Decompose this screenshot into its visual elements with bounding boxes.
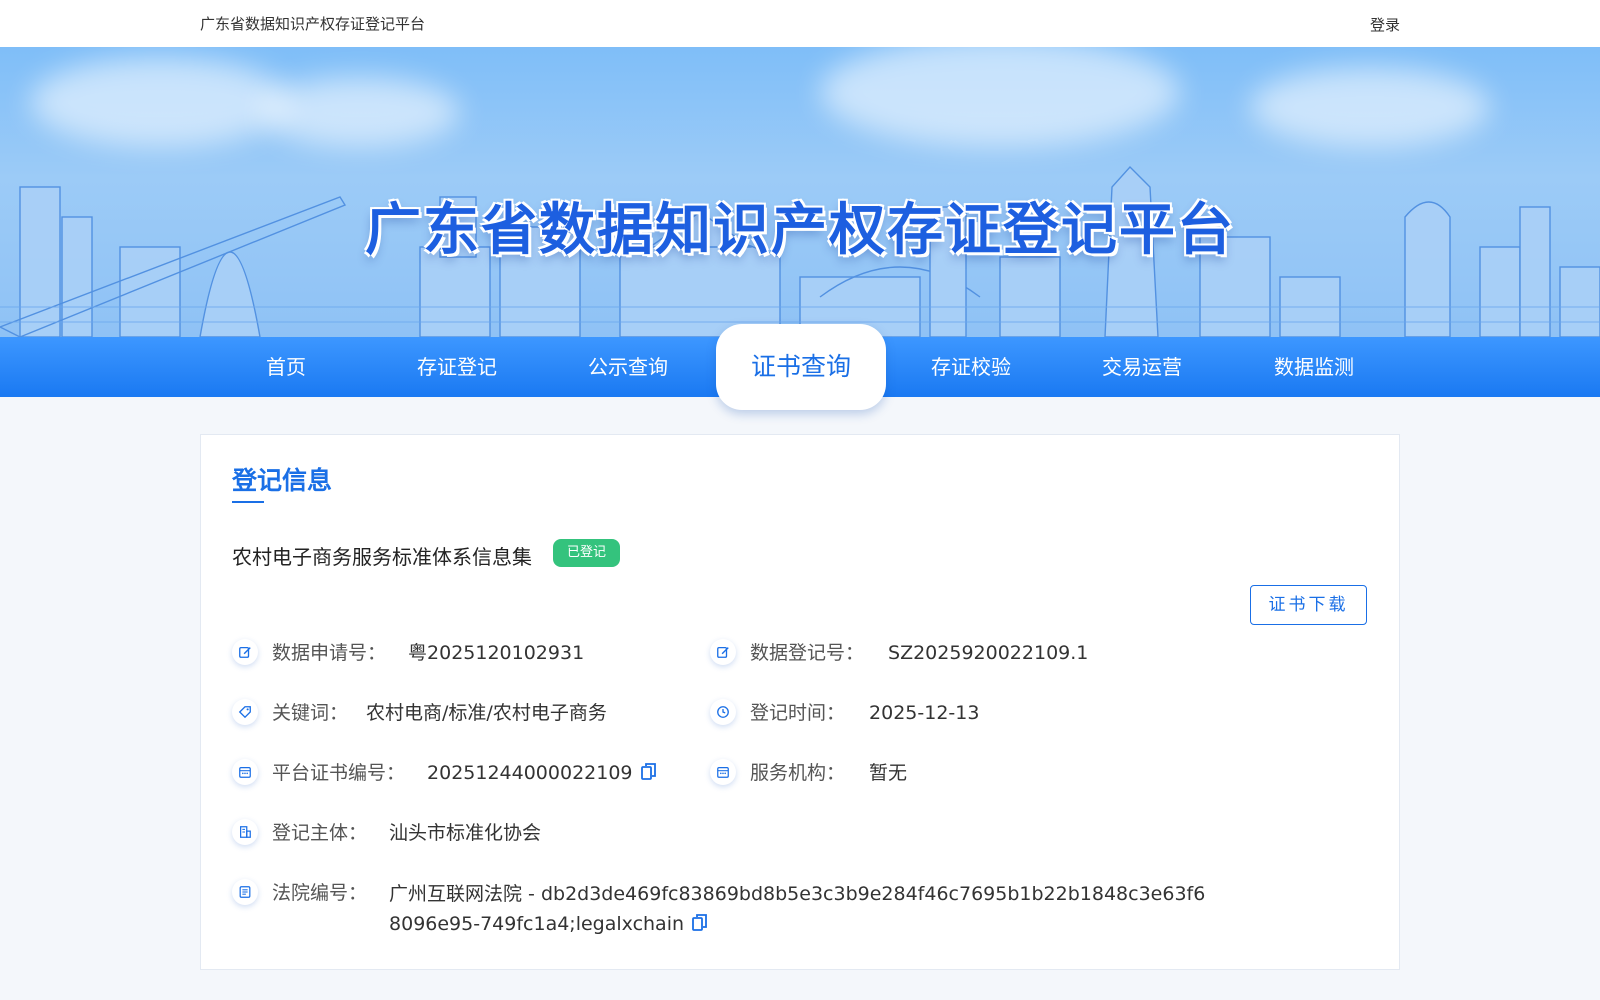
section-title: 登记信息 xyxy=(232,466,333,495)
field-value: 20251244000022109 xyxy=(427,762,633,784)
field-label: 数据登记号： xyxy=(750,642,865,664)
nav-item-home[interactable]: 首页 xyxy=(206,337,366,397)
nav-item-trade[interactable]: 交易运营 xyxy=(1062,337,1222,397)
field-value: 广州互联网法院 - db2d3de469fc83869bd8b5e3c3b9e2… xyxy=(389,883,1206,935)
nav-item-register[interactable]: 存证登记 xyxy=(377,337,537,397)
main-nav: 首页 存证登记 公示查询 证书查询 存证校验 交易运营 数据监测 xyxy=(0,324,1600,410)
field-keywords: 关键词： 农村电商/标准/农村电子商务 xyxy=(232,699,607,727)
document-icon xyxy=(232,879,258,905)
title-underline xyxy=(232,501,264,503)
field-label: 关键词： xyxy=(272,702,349,724)
hero-banner: 广东省数据知识产权存证登记平台 xyxy=(0,47,1600,337)
tag-icon xyxy=(232,699,258,725)
registration-info-card: 登记信息 农村电子商务服务标准体系信息集 已登记 证书下载 数据申请号： 粤20… xyxy=(200,434,1400,970)
field-value: SZ2025920022109.1 xyxy=(888,642,1089,664)
field-value: 农村电商/标准/农村电子商务 xyxy=(366,702,607,724)
building-icon xyxy=(232,819,258,845)
site-name: 广东省数据知识产权存证登记平台 xyxy=(200,15,426,33)
field-subject: 登记主体： 汕头市标准化协会 xyxy=(232,819,541,847)
field-label: 登记主体： xyxy=(272,822,368,844)
top-bar: 广东省数据知识产权存证登记平台 登录 xyxy=(0,0,1600,47)
field-label: 登记时间： xyxy=(750,702,846,724)
field-reg-no: 数据登记号： SZ2025920022109.1 xyxy=(710,639,1088,667)
field-label: 平台证书编号： xyxy=(272,762,406,784)
calendar-icon xyxy=(710,759,736,785)
field-value: 汕头市标准化协会 xyxy=(389,822,542,844)
field-apply-no: 数据申请号： 粤2025120102931 xyxy=(232,639,584,667)
field-value: 暂无 xyxy=(869,762,908,784)
dataset-name: 农村电子商务服务标准体系信息集 xyxy=(232,545,532,569)
login-link[interactable]: 登录 xyxy=(1370,14,1400,35)
field-value: 2025-12-13 xyxy=(869,702,980,724)
status-badge: 已登记 xyxy=(553,539,621,567)
nav-item-verify[interactable]: 存证校验 xyxy=(891,337,1051,397)
nav-item-certificate-query[interactable]: 证书查询 xyxy=(716,324,886,410)
field-reg-time: 登记时间： 2025-12-13 xyxy=(710,699,979,727)
banner-title: 广东省数据知识产权存证登记平台 xyxy=(365,198,1235,263)
copy-icon[interactable] xyxy=(640,763,656,781)
field-value: 粤2025120102931 xyxy=(408,642,585,664)
field-service-org: 服务机构： 暂无 xyxy=(710,759,907,787)
field-label: 数据申请号： xyxy=(272,642,387,664)
edit-icon xyxy=(710,639,736,665)
clock-icon xyxy=(710,699,736,725)
edit-icon xyxy=(232,639,258,665)
nav-item-public-query[interactable]: 公示查询 xyxy=(548,337,708,397)
calendar-icon xyxy=(232,759,258,785)
nav-item-monitor[interactable]: 数据监测 xyxy=(1234,337,1394,397)
certificate-download-button[interactable]: 证书下载 xyxy=(1250,585,1367,625)
field-label: 法院编号： xyxy=(272,882,368,904)
field-cert-no: 平台证书编号： 20251244000022109 xyxy=(232,759,656,787)
field-court-no: 法院编号： 广州互联网法院 - db2d3de469fc83869bd8b5e3… xyxy=(232,879,1209,939)
copy-icon[interactable] xyxy=(692,914,707,932)
field-label: 服务机构： xyxy=(750,762,846,784)
